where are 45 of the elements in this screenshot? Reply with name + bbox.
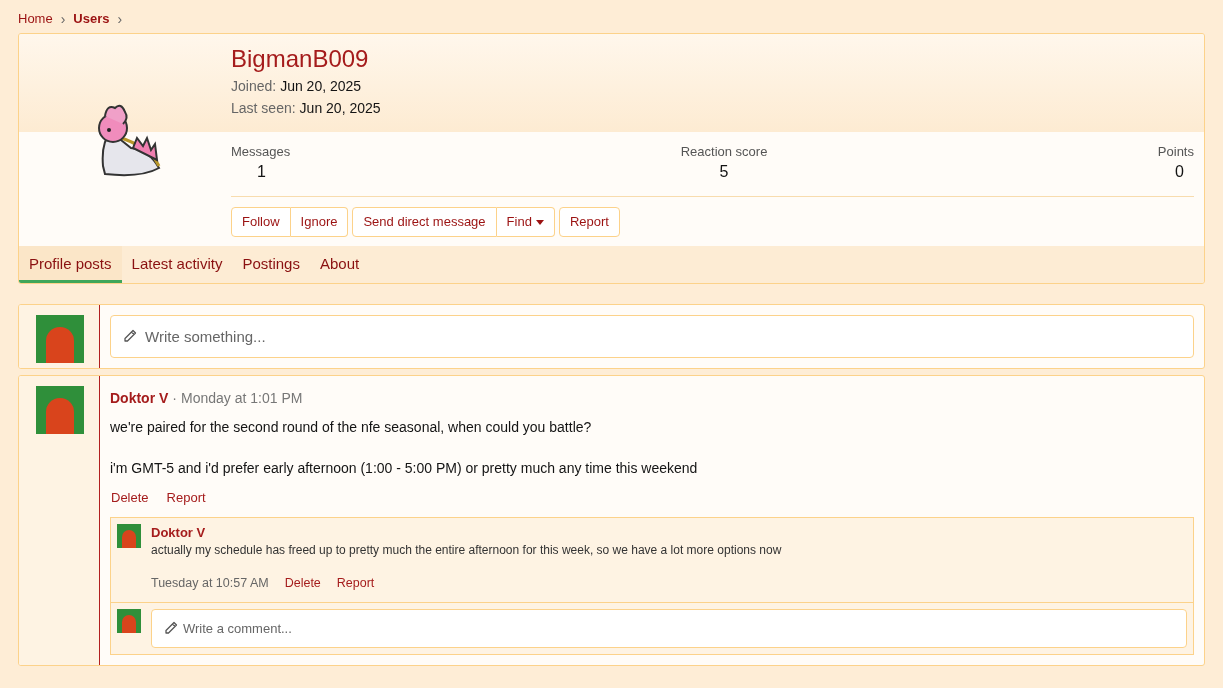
profile-tab[interactable]: About [309,246,370,283]
breadcrumb-separator: › [116,9,124,29]
profile-action-button[interactable]: Follow [231,207,291,237]
post-text: i'm GMT-5 and i'd prefer early afternoon (1:00 - 5:00 PM) or pretty much any time this weekend [110,459,699,478]
profile-tab[interactable]: Profile posts [19,246,122,283]
comment-action-link[interactable]: Report [336,573,375,593]
stat-label: Reaction score [680,144,768,160]
stat-value: 5 [719,162,729,182]
profile-action-button[interactable]: Send direct message [352,207,497,237]
comment-time: Tuesday at 10:57 AM [151,574,269,592]
author-link[interactable]: Doktor V [110,388,169,409]
avatar-image [117,523,141,548]
profile-tab[interactable]: Latest activity [121,246,233,283]
separator-dot: · [172,389,177,408]
stat-value: 0 [1175,162,1185,182]
pencil-icon [122,328,138,344]
field-value: Jun 20, 2025 [280,77,362,96]
profile-tab[interactable]: Postings [232,246,310,283]
post-text: we're paired for the second round of the nfe seasonal, when could you battle? [110,418,593,437]
stat-label: Messages [231,144,291,160]
field-value: Jun 20, 2025 [299,99,381,118]
find-dropdown-button[interactable]: Find [496,207,555,237]
avatar-image [36,386,84,434]
breadcrumb-link[interactable]: Users [73,9,110,29]
avatar-image [36,315,84,363]
stat-value: 1 [256,162,266,182]
breadcrumb-link[interactable]: Home [18,9,53,29]
profile-action-button[interactable]: Report [558,207,620,237]
avatar-image [117,609,141,634]
post-action-link[interactable]: Report [166,488,206,508]
status-input-field[interactable]: Write something... [110,315,1194,358]
profile-action-button[interactable]: Ignore [290,207,349,237]
username-heading: BigmanB009 [231,44,370,74]
pencil-icon [163,620,179,637]
post-time: Monday at 1:01 PM [181,389,303,408]
stat-label: Points [1157,144,1194,160]
field-label: Last seen: [231,99,296,118]
comment-action-link[interactable]: Delete [284,573,321,593]
post-action-link[interactable]: Delete [111,488,149,508]
comment-text: actually my schedule has freed up to pretty much the entire afternoon for this week, so we have a lot more options now [151,541,783,558]
comment-input-field[interactable]: Write a comment... [151,609,1187,649]
breadcrumb-separator: › [59,9,67,29]
field-label: Joined: [231,77,277,96]
caret-icon [535,219,544,225]
author-link[interactable]: Doktor V [151,523,1193,542]
